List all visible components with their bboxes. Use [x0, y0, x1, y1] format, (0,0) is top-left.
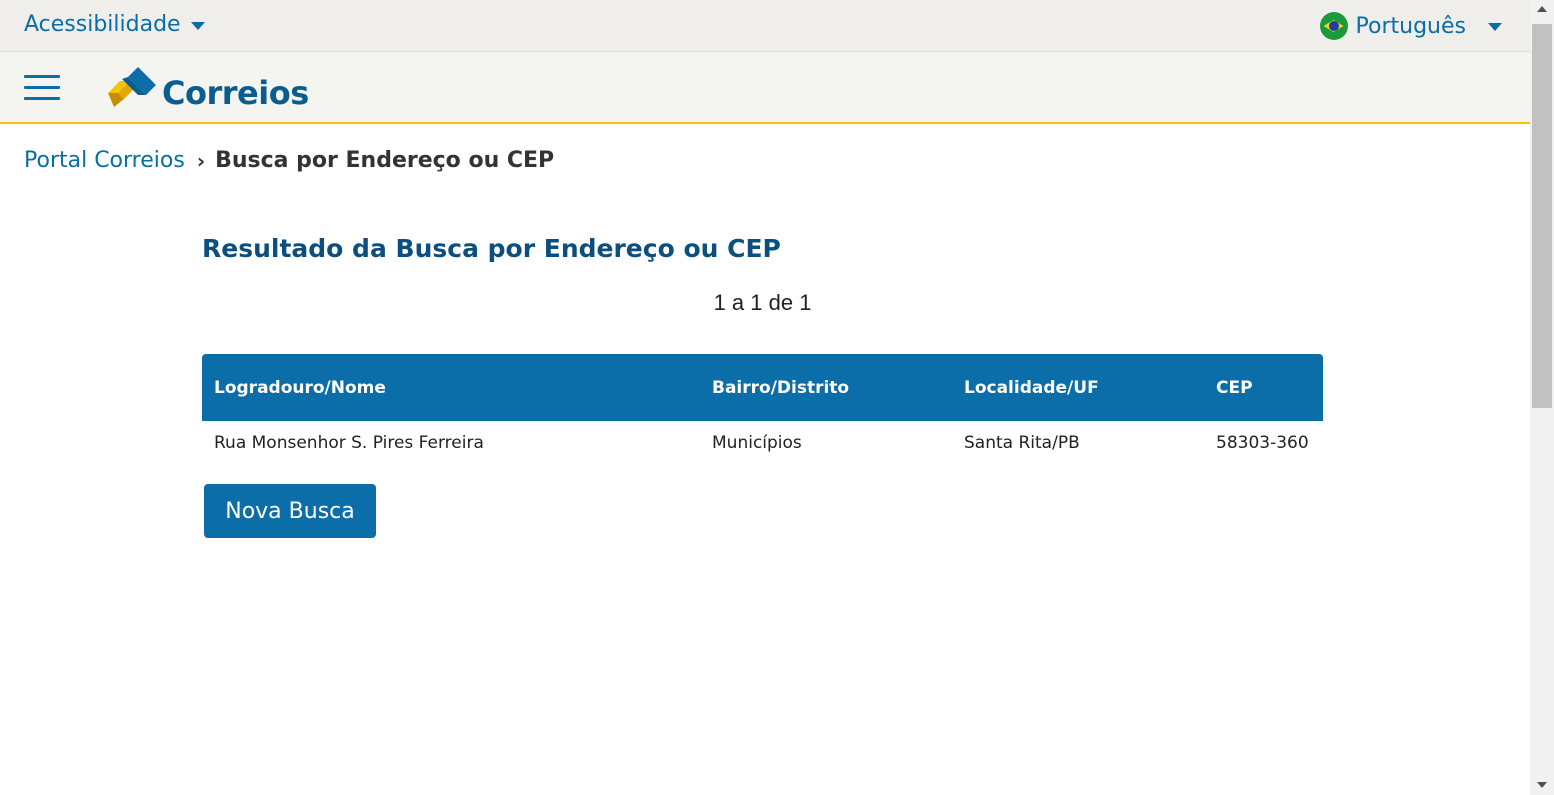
scrollbar-thumb[interactable]: [1532, 24, 1552, 408]
table-row: Rua Monsenhor S. Pires Ferreira Municípi…: [202, 421, 1323, 465]
brazil-flag-icon: [1319, 12, 1348, 40]
column-header-cep: CEP: [1216, 377, 1253, 398]
cell-bairro: Municípios: [712, 433, 802, 453]
table-header: Logradouro/Nome Bairro/Distrito Localida…: [202, 354, 1323, 421]
scroll-up-arrow-icon[interactable]: [1537, 6, 1547, 12]
cell-logradouro: Rua Monsenhor S. Pires Ferreira: [214, 433, 484, 453]
top-bar: Acessibilidade Português: [0, 0, 1530, 52]
logo-text: Correios: [162, 74, 309, 112]
chevron-right-icon: ›: [196, 148, 206, 173]
menu-icon[interactable]: [24, 75, 60, 101]
column-header-bairro: Bairro/Distrito: [712, 377, 850, 398]
scroll-down-arrow-icon[interactable]: [1537, 782, 1547, 788]
chevron-down-icon: [190, 21, 205, 30]
correios-logo-icon: [108, 67, 156, 107]
header: Correios: [0, 52, 1530, 124]
language-selector[interactable]: Português: [1319, 12, 1502, 40]
cell-localidade: Santa Rita/PB: [964, 433, 1080, 453]
new-search-button[interactable]: Nova Busca: [204, 484, 376, 538]
correios-logo[interactable]: Correios: [104, 66, 309, 112]
column-header-logradouro: Logradouro/Nome: [214, 377, 386, 398]
accessibility-menu[interactable]: Acessibilidade: [24, 12, 205, 37]
accessibility-label: Acessibilidade: [24, 12, 181, 37]
breadcrumb-home-link[interactable]: Portal Correios: [24, 148, 185, 173]
chevron-down-icon: [1488, 23, 1502, 31]
breadcrumb: Portal Correios › Busca por Endereço ou …: [24, 148, 554, 173]
cell-cep: 58303-360: [1216, 433, 1309, 453]
breadcrumb-current: Busca por Endereço ou CEP: [215, 148, 555, 173]
page-title: Resultado da Busca por Endereço ou CEP: [202, 234, 781, 263]
results-table: Logradouro/Nome Bairro/Distrito Localida…: [202, 354, 1323, 465]
language-label: Português: [1355, 13, 1466, 39]
column-header-localidade: Localidade/UF: [964, 377, 1099, 398]
result-count: 1 a 1 de 1: [713, 290, 812, 315]
scrollbar[interactable]: [1530, 0, 1554, 795]
